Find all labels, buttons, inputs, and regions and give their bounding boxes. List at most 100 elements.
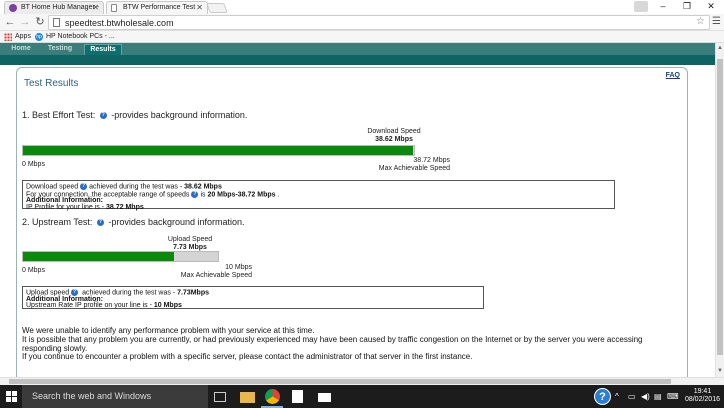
download-info-line-4: IP Profile for your line is - 38.72 Mbps (26, 203, 611, 211)
keyboard-icon[interactable]: ⌨ (667, 385, 679, 408)
upstream-ip-profile-value: 10 Mbps (153, 301, 182, 309)
battery-icon[interactable]: ▭ (628, 385, 636, 408)
upload-min-label: 0 Mbps (22, 267, 45, 274)
download-heading-text: Best Effort Test: (32, 110, 96, 120)
mail-icon[interactable] (318, 393, 331, 402)
document-icon[interactable] (292, 390, 303, 403)
upload-speed-bar-fill (23, 252, 174, 261)
info-text: . (275, 190, 280, 198)
back-arrow-icon[interactable]: ← (3, 15, 17, 29)
download-speed-caption: Download Speed (367, 128, 421, 135)
info-text: Download speed (26, 183, 79, 191)
vertical-scroll-thumb[interactable] (717, 59, 723, 355)
download-speed-value: 38.62 Mbps (375, 136, 413, 143)
tray-chevron-icon[interactable]: ^ (615, 385, 619, 408)
upload-max-value: 10 Mbps (225, 264, 252, 271)
new-tab-button[interactable] (206, 3, 228, 13)
upload-max-label: 10 Mbps Max Achievable Speed (172, 264, 252, 280)
upload-heading: 2. Upstream Test: ? -provides background… (22, 217, 245, 227)
upload-speed-label: Upload Speed 7.73 Mbps (158, 236, 222, 252)
bookmark-hp-notebook[interactable]: HP Notebook PCs - ... (46, 31, 115, 42)
info-icon[interactable]: ? (80, 183, 88, 190)
notifications-icon[interactable]: ▤ (654, 385, 662, 408)
bookmarks-bar: Apps hp HP Notebook PCs - ... (0, 31, 724, 43)
task-view-icon[interactable] (214, 392, 226, 402)
upload-measured-speed: 7.73Mbps (177, 289, 209, 297)
address-bar[interactable]: speedtest.btwholesale.com ☆ (48, 15, 710, 30)
download-info-line-2: For your connection, the acceptable rang… (26, 190, 611, 199)
close-tab-icon[interactable]: ✕ (196, 2, 203, 14)
upload-heading-suffix: -provides background information. (108, 217, 245, 227)
chrome-icon[interactable] (265, 389, 280, 404)
info-text: IP Profile for your line is - (26, 203, 107, 211)
info-icon[interactable]: ? (96, 219, 104, 227)
download-heading-suffix: -provides background information. (111, 110, 248, 120)
upload-info-line-3: Upstream Rate IP profile on your line is… (26, 301, 480, 309)
upload-speed-bar (22, 251, 219, 262)
info-text: Upstream Rate IP profile on your line is… (26, 301, 154, 309)
windows-taskbar: Search the web and Windows ? ^ ▭ ◀) ▤ ⌨ … (0, 385, 724, 408)
page-icon (53, 18, 60, 27)
upload-info-box: Upload speed? achieved during the test w… (22, 286, 484, 309)
close-tab-icon[interactable]: ✕ (92, 2, 99, 14)
browser-toolbar: ← → ↻ speedtest.btwholesale.com ☆ ☰ (0, 14, 724, 31)
upload-speed-caption: Upload Speed (167, 236, 213, 243)
scroll-up-arrow-icon[interactable]: ▲ (717, 45, 723, 51)
help-icon[interactable]: ? (594, 388, 611, 405)
result-message-1: We were unable to identify any performan… (22, 326, 315, 335)
download-speed-label: Download Speed 38.62 Mbps (358, 128, 430, 144)
download-max-label: 38.72 Mbps Max Achievable Speed (370, 157, 450, 173)
nav-tab-testing[interactable]: Testing (46, 44, 74, 55)
download-min-label: 0 Mbps (22, 161, 45, 168)
browser-menu-icon[interactable]: ☰ (712, 16, 721, 27)
minimize-button[interactable]: – (652, 0, 674, 14)
info-icon[interactable]: ? (191, 190, 199, 198)
acceptable-range: 20 Mbps-38.72 Mbps (207, 190, 276, 198)
tab-bt-home-hub[interactable]: BT Home Hub Manager - ✕ (4, 1, 104, 14)
horizontal-scroll-thumb[interactable] (9, 379, 671, 384)
bookmark-star-icon[interactable]: ☆ (696, 16, 705, 27)
reload-icon[interactable]: ↻ (33, 15, 47, 29)
download-heading-num: 1. (22, 110, 30, 120)
hp-logo-icon: hp (35, 33, 43, 41)
faq-link[interactable]: FAQ (666, 72, 680, 79)
close-window-button[interactable]: ✕ (700, 0, 722, 14)
vertical-scrollbar[interactable]: ▲ ▼ (715, 43, 724, 377)
sub-nav-strip (0, 55, 715, 65)
result-message-3: If you continue to encounter a problem w… (22, 352, 473, 361)
download-max-value: 38.72 Mbps (413, 157, 450, 164)
upload-heading-text: Upstream Test: (32, 217, 93, 227)
windows-start-icon[interactable] (6, 391, 17, 402)
download-heading: 1. Best Effort Test: ? -provides backgro… (22, 110, 247, 120)
info-text: achieved during the test was - (89, 183, 185, 191)
bt-favicon-icon (9, 4, 17, 12)
forward-arrow-icon[interactable]: → (18, 15, 32, 29)
nav-tab-results[interactable]: Results (84, 44, 122, 55)
file-explorer-icon[interactable] (240, 392, 255, 403)
user-profile-icon[interactable] (634, 1, 648, 12)
ip-profile-value: 38.72 Mbps (106, 203, 144, 211)
taskbar-search-box[interactable]: Search the web and Windows (22, 385, 208, 408)
download-measured-speed: 38.62 Mbps (184, 183, 222, 191)
site-nav: Home Testing Results (0, 43, 715, 55)
scroll-down-arrow-icon[interactable]: ▼ (717, 368, 723, 374)
nav-tab-home[interactable]: Home (8, 44, 34, 55)
download-info-line-1: Download speed? achieved during the test … (26, 183, 611, 191)
tab-btw-performance-test[interactable]: BTW Performance Test ✕ (106, 1, 208, 14)
url-text: speedtest.btwholesale.com (65, 18, 174, 28)
tab-label: BT Home Hub Manager - (21, 4, 100, 11)
download-speed-bar (22, 145, 415, 156)
download-speed-bar-fill (23, 146, 413, 155)
page-title: Test Results (24, 78, 79, 89)
apps-grid-icon[interactable] (4, 33, 12, 41)
restore-button[interactable]: ❐ (676, 0, 698, 14)
info-icon[interactable]: ? (99, 112, 107, 120)
tab-strip: BT Home Hub Manager - ✕ BTW Performance … (0, 0, 724, 14)
horizontal-scrollbar[interactable] (0, 377, 724, 385)
clock-date: 08/02/2016 (684, 396, 720, 403)
taskbar-clock[interactable]: 19:41 08/02/2016 (685, 388, 720, 404)
clock-time: 19:41 (693, 388, 712, 395)
upload-heading-num: 2. (22, 217, 30, 227)
bookmark-apps[interactable]: Apps (15, 31, 31, 42)
volume-icon[interactable]: ◀) (641, 385, 650, 408)
